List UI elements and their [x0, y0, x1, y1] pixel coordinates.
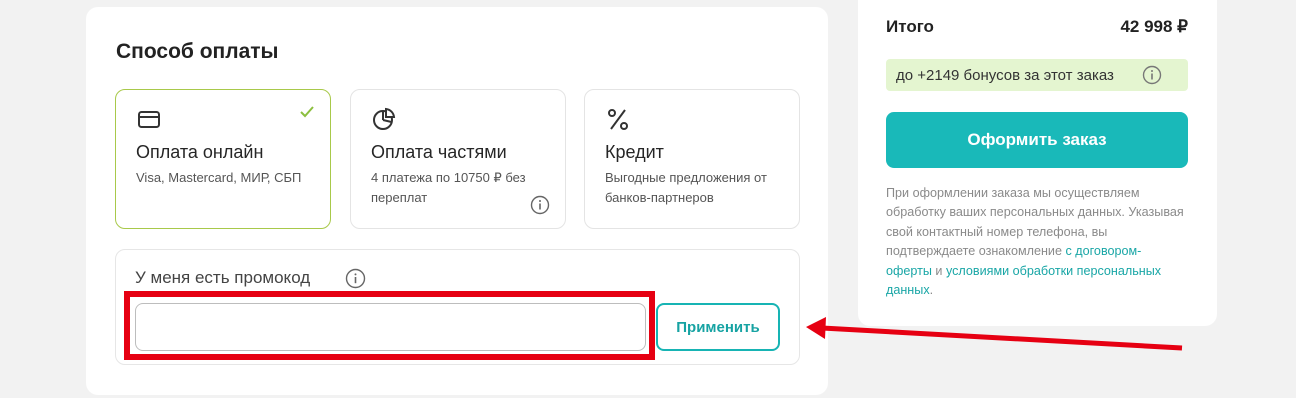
info-icon[interactable] — [345, 268, 366, 289]
disclaimer-and: и — [931, 263, 946, 278]
payment-option-desc: 4 платежа по 10750 ₽ без переплат — [371, 170, 526, 205]
apply-promo-button[interactable]: Применить — [656, 303, 780, 351]
credit-card-icon — [138, 111, 160, 128]
check-icon — [300, 106, 314, 118]
promo-label: У меня есть промокод — [135, 268, 311, 287]
info-icon[interactable] — [1142, 65, 1162, 85]
payment-option-desc: Выгодные предложения от банков-партнеров — [605, 170, 767, 205]
disclaimer-text: При оформлении заказа мы осуществляем об… — [886, 184, 1186, 300]
info-icon[interactable] — [530, 195, 550, 215]
payment-option-label: Оплата частями — [371, 142, 507, 162]
promo-code-input[interactable] — [135, 303, 646, 351]
payment-option-label: Оплата онлайн — [136, 142, 264, 162]
payment-method-title: Способ оплаты — [116, 40, 279, 63]
disclaimer-end: . — [929, 283, 934, 298]
payment-option-credit[interactable]: Кредит Выгодные предложения от банков-па… — [584, 89, 800, 229]
payment-option-label: Кредит — [605, 142, 664, 162]
percent-icon — [608, 109, 628, 130]
bonus-badge: до +2149 бонусов за этот заказ — [886, 59, 1188, 91]
payment-option-installments[interactable]: Оплата частями 4 платежа по 10750 ₽ без … — [350, 89, 566, 229]
total-value: 42 998 ₽ — [1120, 17, 1188, 36]
pie-chart-icon — [373, 107, 396, 130]
total-label: Итого — [886, 17, 934, 36]
payment-option-desc: Visa, Mastercard, МИР, СБП — [136, 170, 302, 185]
bonus-text: до +2149 бонусов за этот заказ — [896, 67, 1114, 84]
place-order-button[interactable]: Оформить заказ — [886, 112, 1188, 168]
payment-option-online[interactable]: Оплата онлайн Visa, Mastercard, МИР, СБП — [115, 89, 331, 229]
